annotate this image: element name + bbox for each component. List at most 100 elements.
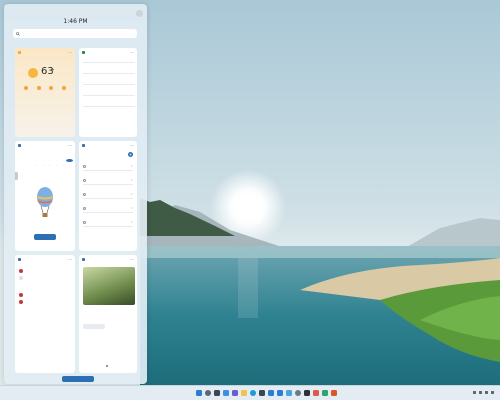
widgets-icon[interactable] — [223, 390, 229, 396]
calendar-day[interactable]: · — [60, 159, 67, 162]
team-row[interactable] — [19, 293, 71, 297]
checkbox-icon — [83, 220, 86, 224]
forecast-day — [33, 85, 46, 91]
todo-icon — [82, 144, 85, 147]
team-logo-icon — [19, 300, 23, 304]
watchlist-widget[interactable]: ··· — [79, 48, 137, 137]
stock-row[interactable] — [83, 72, 135, 74]
photo-preview[interactable] — [83, 267, 135, 305]
web-search-box[interactable] — [13, 29, 137, 38]
edge-browser-icon[interactable] — [250, 390, 256, 396]
taskbar — [0, 385, 500, 400]
search-icon[interactable] — [205, 390, 211, 396]
chevron-up-icon[interactable] — [473, 391, 476, 394]
widgets-clock: 1:46 PM — [63, 18, 88, 25]
sunny-icon — [28, 68, 38, 78]
calendar-day[interactable]: · — [33, 164, 40, 167]
weather-unit: °F — [51, 68, 55, 72]
add-widgets-button[interactable] — [62, 376, 94, 382]
weather-widget[interactable]: ··· 63 °F — [15, 48, 75, 137]
task-view-icon[interactable] — [214, 390, 220, 396]
sports-icon — [18, 258, 21, 261]
calendar-today[interactable]: · — [66, 159, 73, 162]
forecast-day — [45, 85, 58, 91]
mail-icon[interactable] — [268, 390, 274, 396]
todo-item[interactable]: ☆ — [83, 178, 133, 185]
calendar-day[interactable]: · — [60, 164, 67, 167]
team-row[interactable] — [19, 269, 71, 273]
weather-icon — [18, 51, 21, 54]
calendar-day[interactable]: · — [40, 164, 47, 167]
checkbox-icon — [83, 206, 86, 210]
star-icon: ☆ — [130, 178, 133, 182]
sunny-icon — [36, 86, 41, 90]
stock-row[interactable] — [83, 94, 135, 96]
calendar-widget[interactable]: ··· · · · · · · · · · · · · — [15, 141, 75, 251]
todo-widget[interactable]: ··· + ☆ ☆ ☆ ☆ ☆ — [79, 141, 137, 251]
file-explorer-icon[interactable] — [241, 390, 247, 396]
calendar-day[interactable]: · — [66, 164, 73, 167]
calendar-day[interactable]: · — [46, 159, 53, 162]
more-options-icon[interactable]: ··· — [130, 143, 134, 148]
team-row[interactable] — [19, 300, 71, 304]
photos-open-button[interactable] — [83, 324, 105, 329]
calendar-app-icon[interactable] — [277, 390, 283, 396]
more-options-icon[interactable]: ··· — [68, 257, 72, 262]
volume-icon[interactable] — [485, 391, 488, 394]
checkbox-icon — [83, 164, 86, 168]
sports-widget[interactable]: ··· — [15, 255, 75, 373]
stock-row[interactable] — [83, 83, 135, 85]
todo-item[interactable]: ☆ — [83, 192, 133, 199]
calendar-days: · · · · · · · · · · · · — [33, 159, 73, 167]
star-icon: ☆ — [130, 192, 133, 196]
office-icon[interactable] — [331, 390, 337, 396]
photos-widget[interactable]: ··· — [79, 255, 137, 373]
battery-icon[interactable] — [491, 391, 494, 394]
network-icon[interactable] — [479, 391, 482, 394]
todo-item[interactable]: ☆ — [83, 164, 133, 171]
more-options-icon[interactable]: ··· — [68, 143, 72, 148]
team-logo-icon — [19, 293, 23, 297]
checkbox-icon — [83, 192, 86, 196]
media-icon[interactable] — [313, 390, 319, 396]
maps-icon[interactable] — [322, 390, 328, 396]
settings-icon[interactable] — [295, 390, 301, 396]
todo-item[interactable]: ☆ — [83, 206, 133, 213]
terminal-icon[interactable] — [304, 390, 310, 396]
forecast-day — [58, 85, 71, 91]
star-icon: ☆ — [130, 220, 133, 224]
stock-row[interactable] — [83, 105, 135, 107]
calendar-day[interactable]: · — [33, 159, 40, 162]
todo-item[interactable]: ☆ — [83, 220, 133, 227]
store-icon[interactable] — [259, 390, 265, 396]
calendar-day[interactable]: · — [40, 159, 47, 162]
pager-dot[interactable] — [106, 365, 108, 367]
calendar-day[interactable]: · — [53, 159, 60, 162]
profile-avatar-button[interactable] — [136, 10, 143, 17]
windows-logo-icon[interactable] — [196, 390, 202, 396]
hot-air-balloon-illustration — [36, 187, 54, 217]
forecast-day — [20, 85, 33, 91]
chat-icon[interactable] — [232, 390, 238, 396]
photos-app-icon[interactable] — [286, 390, 292, 396]
calendar-add-event-button[interactable] — [34, 234, 56, 240]
team-row[interactable] — [19, 276, 71, 280]
system-tray — [473, 391, 494, 394]
team-logo-icon — [19, 276, 23, 280]
star-icon: ☆ — [130, 206, 133, 210]
calendar-day[interactable]: · — [46, 164, 53, 167]
photos-icon — [82, 258, 85, 261]
weather-forecast — [20, 85, 70, 91]
more-options-icon[interactable]: ··· — [68, 50, 72, 55]
stock-row[interactable] — [83, 61, 135, 63]
more-options-icon[interactable]: ··· — [130, 50, 134, 55]
add-task-button[interactable]: + — [128, 152, 133, 157]
search-icon — [16, 31, 20, 36]
more-options-icon[interactable]: ··· — [130, 257, 134, 262]
calendar-collapse-handle[interactable] — [15, 172, 18, 180]
calendar-icon — [18, 144, 21, 147]
stocks-icon — [82, 51, 85, 54]
team-logo-icon — [19, 269, 23, 273]
calendar-day[interactable]: · — [53, 164, 60, 167]
checkbox-icon — [83, 178, 86, 182]
